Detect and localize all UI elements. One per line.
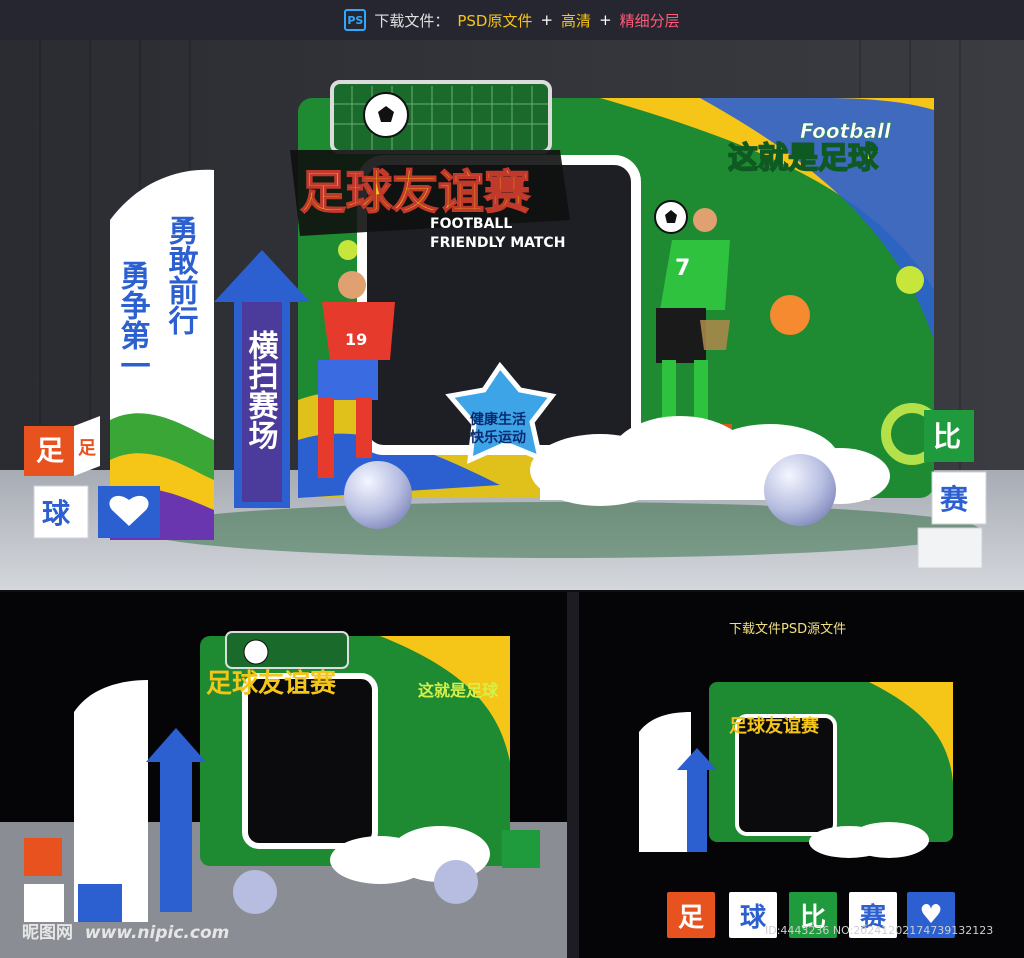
watermark-logo: 昵图网 www.nipic.com (22, 918, 229, 943)
arrow-text: 横扫赛场 (243, 330, 279, 450)
ball-sculpture (344, 461, 412, 529)
slogan: 这就是足球 (728, 141, 879, 176)
layers-label: 精细分层 (619, 11, 680, 30)
event-title: 足球友谊赛 (300, 165, 531, 219)
thumb1-slogan: 这就是足球 (418, 681, 499, 700)
thumb1-svg: 足球友谊赛 这就是足球 (0, 631, 567, 958)
thumb1-title: 足球友谊赛 (206, 668, 337, 699)
psd-label: PSD原文件 (457, 11, 533, 30)
hd-label: 高清 (561, 11, 592, 30)
cube-char: 足 (78, 438, 96, 459)
football-word: Football (800, 119, 892, 143)
thumb-divider (567, 592, 579, 958)
event-title-en-2: FRIENDLY MATCH (430, 235, 565, 251)
photoshop-icon: PS (344, 9, 367, 31)
bottom-cube-zu: 足 (667, 892, 715, 938)
plus-sign: + (540, 11, 554, 29)
player-right-number: 7 (675, 256, 690, 281)
image-id-text: ID:4443236 NO:20241202174739132123 (765, 924, 994, 937)
watermark-url: www.nipic.com (84, 923, 230, 943)
main-render: 足球友谊赛 FOOTBALL FRIENDLY MATCH Football 这… (0, 40, 1024, 590)
watermark-site-cn: 昵图网 (22, 923, 73, 943)
thumb2-caption: 下载文件PSD源文件 (729, 622, 847, 637)
thumb-render-1: 足球友谊赛 这就是足球 昵图网 www.nipic.com (0, 592, 567, 958)
download-prefix: 下载文件： (374, 11, 450, 30)
thumb-render-2: 下载文件PSD源文件 足球友谊赛 足 球 比 赛 ♥ ID:4443236 NO… (579, 592, 1024, 958)
pillar-text-2: 勇争第一 (115, 260, 151, 380)
thumb2-title: 足球友谊赛 (729, 715, 820, 737)
cube-char: 球 (42, 497, 71, 530)
player-left-number: 19 (345, 330, 367, 349)
cube-char: 赛 (940, 483, 969, 516)
star-text-1: 健康生活 (470, 411, 526, 428)
ball-sculpture (764, 454, 836, 526)
cube-char: 比 (933, 420, 961, 453)
event-title-en-1: FOOTBALL (430, 216, 512, 232)
main-render-svg: 足球友谊赛 FOOTBALL FRIENDLY MATCH Football 这… (0, 40, 1024, 590)
cube-char: 足 (36, 434, 64, 467)
top-download-bar: PS 下载文件： PSD原文件 + 高清 + 精细分层 (0, 0, 1024, 40)
soccer-ball-icon (363, 92, 409, 138)
plus-sign: + (599, 11, 612, 29)
star-text-2: 快乐运动 (470, 429, 526, 446)
pillar-text-1: 勇敢前行 (163, 215, 200, 335)
